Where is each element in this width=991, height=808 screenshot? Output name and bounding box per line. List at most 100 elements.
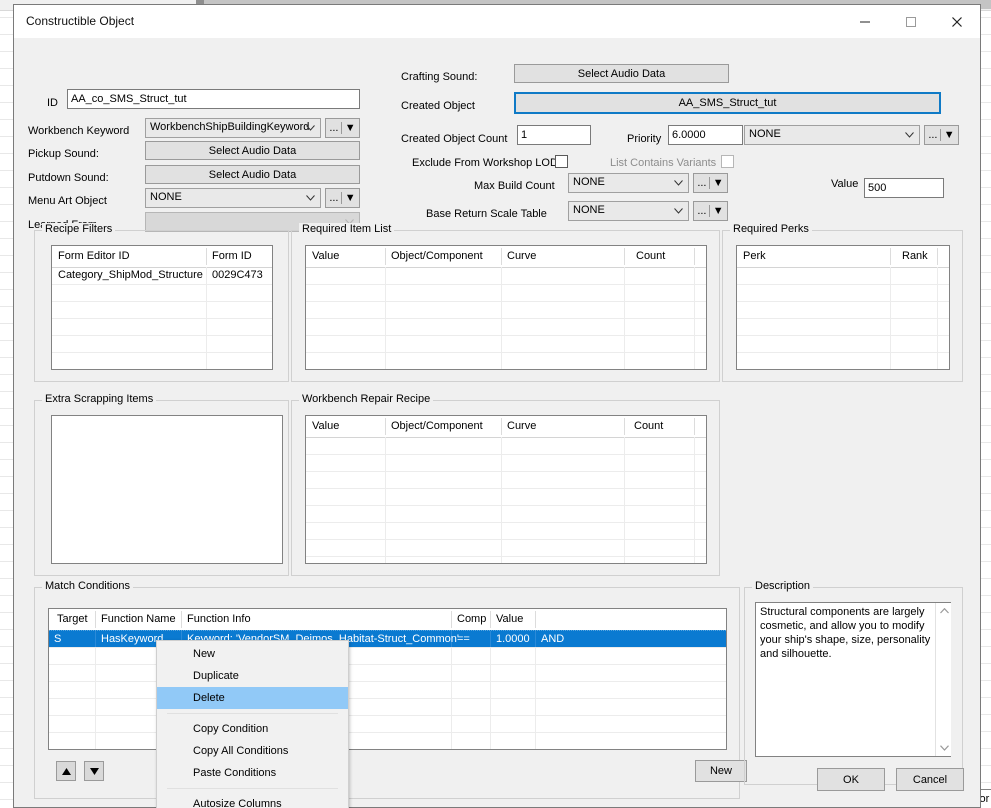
workbench-repair-recipe-group: Workbench Repair Recipe Value Object/Com…: [291, 393, 720, 576]
context-menu-item-autosize-columns[interactable]: Autosize Columns: [157, 793, 348, 808]
context-menu-item-duplicate[interactable]: Duplicate: [157, 665, 348, 687]
pickup-sound-button[interactable]: Select Audio Data: [145, 141, 360, 160]
value-label: Value: [831, 178, 859, 190]
divider: [940, 129, 942, 141]
cell-comp: ==: [457, 633, 470, 645]
description-scrollbar[interactable]: [935, 603, 951, 756]
maximize-button[interactable]: [888, 5, 934, 38]
column-header: Value: [312, 250, 340, 262]
value-input[interactable]: [864, 178, 944, 198]
match-conditions-title: Match Conditions: [42, 580, 133, 592]
description-textarea[interactable]: Structural components are largely cosmet…: [755, 602, 951, 757]
context-menu-item-paste-conditions[interactable]: Paste Conditions: [157, 762, 348, 784]
priority-input[interactable]: [668, 125, 743, 145]
required-item-list-group: Required Item List Value Object/Componen…: [291, 223, 720, 382]
new-condition-button[interactable]: New: [695, 760, 747, 782]
cancel-button[interactable]: Cancel: [896, 768, 964, 791]
required-item-list[interactable]: Value Object/Component Curve Count: [305, 245, 707, 370]
divider: [709, 177, 711, 189]
match-conditions-group: Match Conditions Target Function Name Fu…: [34, 580, 747, 799]
move-down-button[interactable]: [84, 761, 104, 781]
chevron-down-icon: [674, 208, 683, 214]
base-return-scale-table-label: Base Return Scale Table: [426, 208, 547, 220]
maximize-icon: [906, 16, 916, 27]
description-text: Structural components are largely cosmet…: [760, 606, 931, 660]
extra-scrapping-items-group: Extra Scrapping Items: [34, 393, 289, 576]
minimize-button[interactable]: [842, 5, 888, 38]
description-group: Description Structural components are la…: [744, 580, 963, 785]
column-header: Rank: [902, 250, 928, 262]
base-return-scale-table-value: NONE: [573, 204, 605, 216]
exclude-from-workshop-lod-checkbox[interactable]: [555, 155, 568, 168]
putdown-sound-button[interactable]: Select Audio Data: [145, 165, 360, 184]
context-menu-item-copy-condition[interactable]: Copy Condition: [157, 718, 348, 740]
max-build-count-picker-button[interactable]: ... ▼: [693, 173, 728, 193]
scroll-down-icon[interactable]: [936, 740, 952, 756]
context-menu-separator: [167, 713, 338, 714]
menu-art-object-picker-button[interactable]: ... ▼: [325, 188, 360, 208]
move-up-button[interactable]: [56, 761, 76, 781]
workbench-repair-recipe-list[interactable]: Value Object/Component Curve Count: [305, 415, 707, 564]
recipe-filters-body: Category_ShipMod_Structure 0029C473: [52, 267, 272, 369]
dialog-titlebar[interactable]: Constructible Object: [14, 5, 980, 38]
chevron-down-icon: [306, 125, 315, 131]
column-header: Target: [57, 613, 88, 625]
context-menu-item-copy-all-conditions[interactable]: Copy All Conditions: [157, 740, 348, 762]
match-conditions-selected-row[interactable]: S HasKeyword Keyword: 'VendorSM_Deimos_H…: [49, 630, 726, 647]
menu-art-object-combo[interactable]: NONE: [145, 188, 321, 208]
required-item-list-title: Required Item List: [299, 223, 395, 235]
condition-context-menu[interactable]: New Duplicate Delete Copy Condition Copy…: [156, 640, 349, 808]
close-icon: [952, 16, 962, 27]
recipe-filters-group: Recipe Filters Form Editor ID Form ID Ca…: [34, 223, 289, 382]
exclude-from-workshop-lod-label: Exclude From Workshop LOD: [412, 157, 558, 169]
column-header: Form Editor ID: [58, 250, 130, 262]
workbench-repair-recipe-body: [306, 437, 706, 563]
ellipsis-icon: ...: [697, 205, 707, 217]
required-item-list-body: [306, 267, 706, 369]
crafting-sound-button[interactable]: Select Audio Data: [514, 64, 729, 83]
workbench-repair-recipe-title: Workbench Repair Recipe: [299, 393, 434, 405]
extra-scrapping-items-body: [52, 416, 282, 563]
column-header: Count: [634, 420, 664, 432]
required-perks-header: Perk Rank: [737, 246, 949, 268]
scroll-up-icon[interactable]: [936, 603, 952, 619]
max-build-count-value: NONE: [573, 176, 605, 188]
ellipsis-icon: ...: [329, 122, 339, 134]
workbench-keyword-combo[interactable]: WorkbenchShipBuildingKeyword: [145, 118, 321, 138]
context-menu-item-new[interactable]: New: [157, 643, 348, 665]
required-perks-body: [737, 267, 949, 369]
priority-combo[interactable]: NONE: [744, 125, 920, 145]
cell-logic: AND: [541, 633, 565, 645]
base-return-scale-table-combo[interactable]: NONE: [568, 201, 689, 221]
created-object-label: Created Object: [401, 100, 475, 112]
ok-button[interactable]: OK: [817, 768, 885, 791]
description-title: Description: [752, 580, 814, 592]
created-object-button[interactable]: AA_SMS_Struct_tut: [514, 92, 941, 114]
max-build-count-combo[interactable]: NONE: [568, 173, 689, 193]
ellipsis-icon: ...: [697, 177, 707, 189]
base-return-scale-table-picker-button[interactable]: ... ▼: [693, 201, 728, 221]
ellipsis-icon: ...: [928, 129, 938, 141]
recipe-filters-title: Recipe Filters: [42, 223, 116, 235]
column-header: Function Info: [187, 613, 251, 625]
required-perks-list[interactable]: Perk Rank: [736, 245, 950, 370]
dialog-title: Constructible Object: [26, 14, 135, 28]
column-header: Value: [312, 420, 340, 432]
workbench-keyword-picker-button[interactable]: ... ▼: [325, 118, 360, 138]
id-input[interactable]: [67, 89, 360, 109]
list-contains-variants-checkbox[interactable]: [721, 155, 734, 168]
extra-scrapping-items-list[interactable]: [51, 415, 283, 564]
recipe-filters-list[interactable]: Form Editor ID Form ID Category_ShipMod_…: [51, 245, 273, 370]
triangle-down-icon: ▼: [712, 205, 724, 217]
match-conditions-list[interactable]: Target Function Name Function Info Comp …: [48, 608, 727, 750]
close-button[interactable]: [934, 5, 980, 38]
priority-picker-button[interactable]: ... ▼: [924, 125, 959, 145]
required-item-list-header: Value Object/Component Curve Count: [306, 246, 706, 268]
cell-function-name: HasKeyword: [101, 633, 164, 645]
column-header: Comp: [457, 613, 487, 625]
created-object-count-input[interactable]: [517, 125, 591, 145]
column-header: Object/Component: [391, 420, 483, 432]
column-header: Function Name: [101, 613, 176, 625]
context-menu-item-delete[interactable]: Delete: [157, 687, 348, 709]
chevron-down-icon: [905, 132, 914, 138]
